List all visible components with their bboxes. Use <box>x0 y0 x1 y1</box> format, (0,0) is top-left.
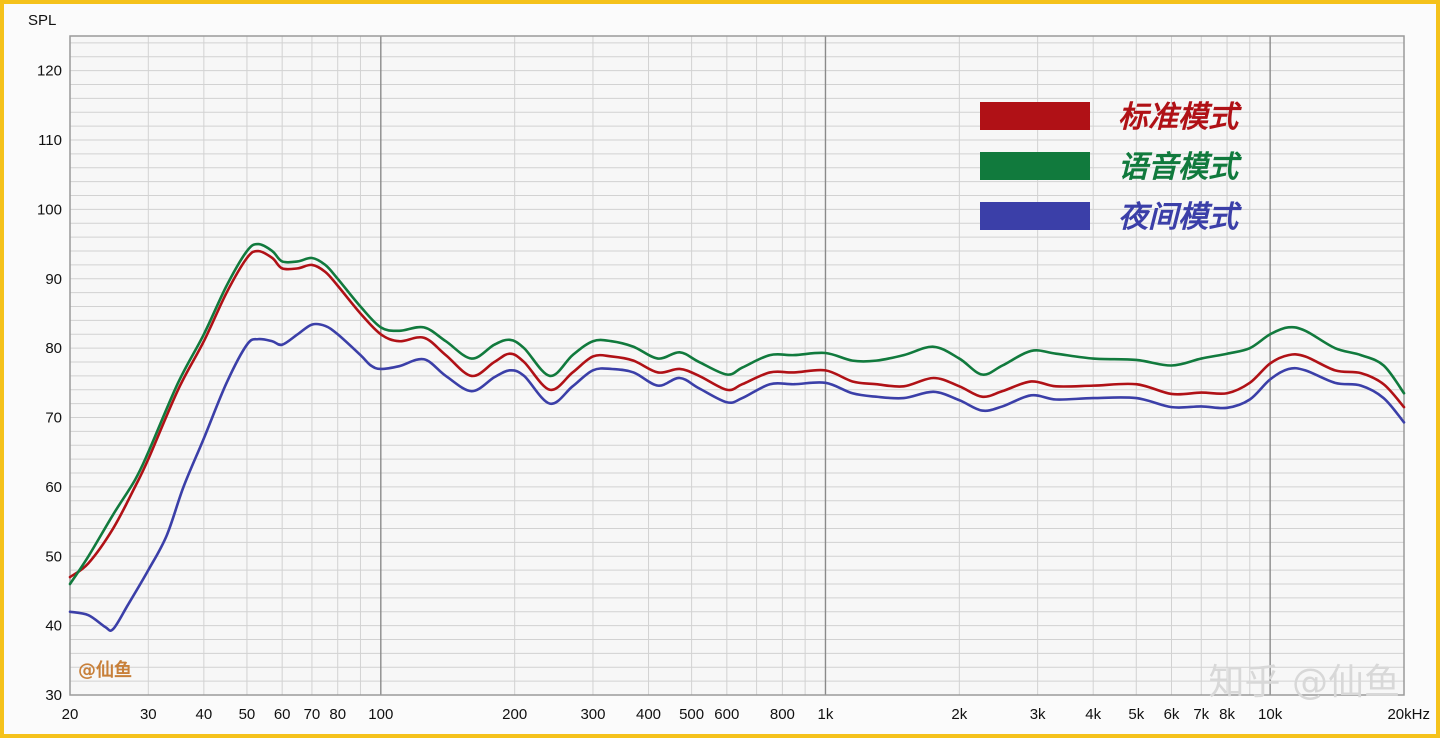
x-tick-label: 80 <box>329 706 346 723</box>
y-tick-label: 50 <box>45 548 62 565</box>
y-axis-title: SPL <box>28 12 56 29</box>
x-tick-label: 7k <box>1193 706 1209 723</box>
y-tick-label: 70 <box>45 410 62 427</box>
x-tick-label: 500 <box>679 706 704 723</box>
y-tick-label: 60 <box>45 479 62 496</box>
x-tick-label: 10k <box>1258 706 1283 723</box>
y-tick-label: 80 <box>45 340 62 357</box>
x-tick-label: 70 <box>304 706 321 723</box>
x-tick-label: 5k <box>1128 706 1144 723</box>
frequency-response-chart: 3040506070809010011012020 30 40 50 60 70 80 100… <box>28 12 1430 723</box>
x-tick-label: 200 <box>502 706 527 723</box>
x-tick-label: 400 <box>636 706 661 723</box>
legend-swatch <box>980 202 1090 230</box>
x-tick-label: 8k <box>1219 706 1235 723</box>
x-tick-label: 800 <box>770 706 795 723</box>
chart-frame: 30 40 50 60 70 80 90 100 110 120 20 30 40 50 60 70 80 100… <box>0 0 1440 738</box>
x-tick-label: 3k <box>1030 706 1046 723</box>
watermark-label: 知乎 @仙鱼 <box>1209 662 1400 703</box>
x-tick-label: 6k <box>1164 706 1180 723</box>
legend-label: 标准模式 <box>1118 100 1242 135</box>
x-tick-label: 30 <box>140 706 157 723</box>
legend-label: 夜间模式 <box>1118 200 1242 235</box>
y-tick-label: 40 <box>45 618 62 635</box>
x-tick-label: 1k <box>818 706 834 723</box>
x-tick-label: 100 <box>368 706 393 723</box>
x-tick-label: 2k <box>951 706 967 723</box>
legend-label: 语音模式 <box>1118 150 1242 185</box>
x-tick-label: 40 <box>196 706 213 723</box>
x-tick-label: 50 <box>239 706 256 723</box>
credit-label: @仙鱼 <box>78 659 132 681</box>
y-tick-label: 90 <box>45 271 62 288</box>
x-tick-label: 600 <box>714 706 739 723</box>
x-tick-label: 60 <box>274 706 291 723</box>
y-tick-label: 100 <box>37 201 62 218</box>
legend-swatch <box>980 102 1090 130</box>
y-tick-label: 30 <box>45 687 62 704</box>
y-tick-label: 110 <box>38 132 62 149</box>
x-tick-label: 20kHz <box>1387 706 1430 723</box>
legend-swatch <box>980 152 1090 180</box>
x-tick-label: 20 <box>62 706 79 723</box>
x-tick-label: 4k <box>1085 706 1101 723</box>
y-tick-label: 120 <box>37 63 62 80</box>
x-tick-label: 300 <box>580 706 605 723</box>
